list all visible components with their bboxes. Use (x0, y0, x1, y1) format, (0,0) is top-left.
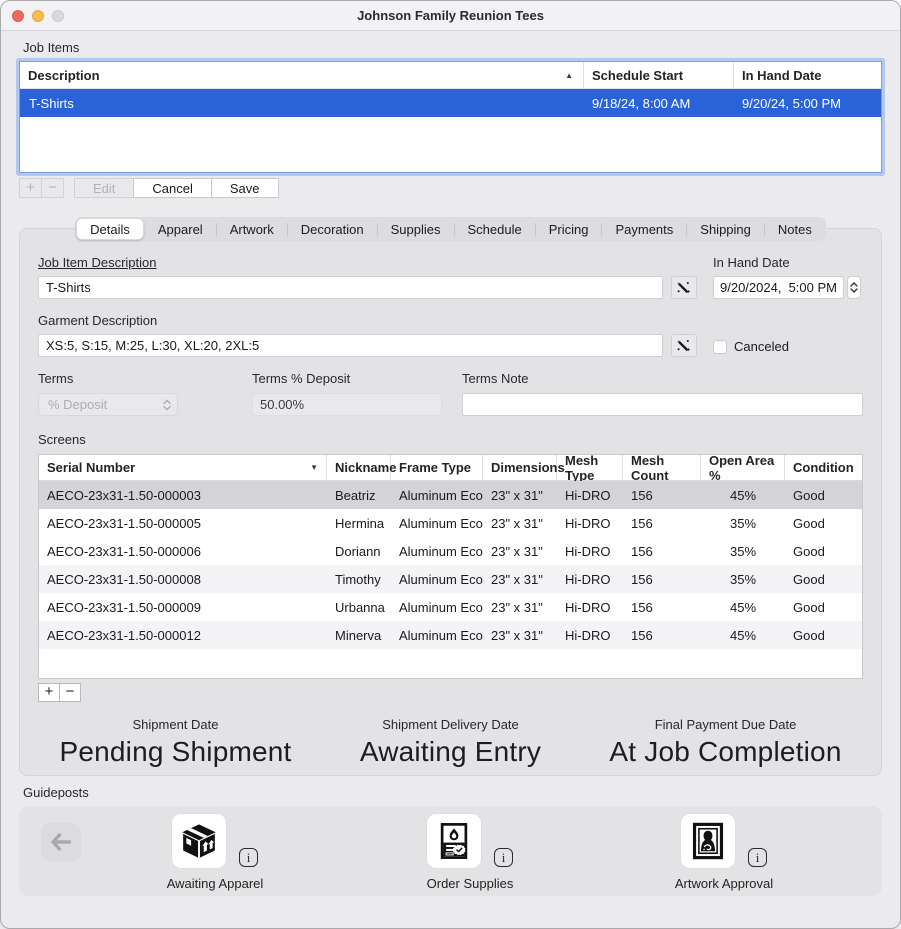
job-item-description-label[interactable]: Job Item Description (38, 255, 697, 270)
guideposts-label: Guideposts (23, 785, 882, 800)
autofill-wand-button[interactable] (671, 276, 697, 299)
shipment-date-value: Pending Shipment (38, 736, 313, 768)
autofill-wand-button-2[interactable] (671, 334, 697, 357)
screen-row[interactable]: AECO-23x31-1.50-000006Doriann Aluminum E… (39, 537, 862, 565)
screen-row[interactable]: AECO-23x31-1.50-000005Hermina Aluminum E… (39, 509, 862, 537)
column-header-mesh-count[interactable]: Mesh Count (623, 455, 701, 480)
supplies-label-icon (436, 822, 472, 860)
guideposts-panel: i Awaiting Apparel (19, 806, 882, 896)
stepper-down-icon (850, 288, 858, 293)
job-items-header: Description ▲ Schedule Start In Hand Dat… (20, 62, 881, 89)
terms-note-label: Terms Note (462, 371, 863, 386)
dropdown-chevrons-icon (163, 399, 171, 411)
garment-description-label: Garment Description (38, 313, 697, 328)
tab-pricing[interactable]: Pricing (536, 218, 602, 240)
info-icon[interactable]: i (748, 848, 767, 867)
cancel-button[interactable]: Cancel (133, 178, 211, 198)
tab-notes[interactable]: Notes (765, 218, 825, 240)
title-bar: Johnson Family Reunion Tees (1, 1, 900, 31)
details-tab-bar: Details Apparel Artwork Decoration Suppl… (75, 217, 826, 241)
tab-payments[interactable]: Payments (602, 218, 686, 240)
guidepost-awaiting-apparel: i Awaiting Apparel (130, 814, 300, 891)
garment-description-input[interactable]: XS:5, S:15, M:25, L:30, XL:20, 2XL:5 (38, 334, 663, 357)
tab-decoration[interactable]: Decoration (288, 218, 377, 240)
screen-row[interactable]: AECO-23x31-1.50-000008Timothy Aluminum E… (39, 565, 862, 593)
add-job-item-button[interactable]: + (19, 178, 42, 198)
job-items-label: Job Items (23, 40, 882, 55)
sort-ascending-icon: ▲ (565, 71, 573, 80)
terms-label: Terms (38, 371, 178, 386)
app-window: Johnson Family Reunion Tees Job Items De… (0, 0, 901, 929)
awaiting-apparel-button[interactable] (172, 814, 226, 868)
guidepost-label: Order Supplies (427, 876, 514, 891)
details-panel: Job Item Description T-Shirts (19, 228, 882, 776)
screens-label: Screens (38, 432, 863, 447)
tab-shipping[interactable]: Shipping (687, 218, 764, 240)
back-button[interactable] (41, 823, 81, 861)
guidepost-order-supplies: i Order Supplies (385, 814, 555, 891)
column-header-in-hand-date[interactable]: In Hand Date (733, 62, 881, 88)
magic-wand-icon (676, 280, 692, 296)
sort-descending-icon: ▼ (310, 463, 318, 472)
column-header-nickname[interactable]: Nickname (327, 455, 391, 480)
tab-schedule[interactable]: Schedule (455, 218, 535, 240)
artwork-approval-button[interactable] (681, 814, 735, 868)
column-header-frame-type[interactable]: Frame Type (391, 455, 483, 480)
in-hand-date-label: In Hand Date (713, 255, 863, 270)
job-items-table[interactable]: Description ▲ Schedule Start In Hand Dat… (19, 61, 882, 173)
column-header-open-area[interactable]: Open Area % (701, 455, 785, 480)
shipment-delivery-date-label: Shipment Delivery Date (313, 717, 588, 732)
window-title: Johnson Family Reunion Tees (1, 8, 900, 23)
tab-apparel[interactable]: Apparel (145, 218, 216, 240)
save-button[interactable]: Save (211, 178, 279, 198)
screen-row[interactable]: AECO-23x31-1.50-000009Urbanna Aluminum E… (39, 593, 862, 621)
info-icon[interactable]: i (239, 848, 258, 867)
guidepost-artwork-approval: i Artwork Approval (639, 814, 809, 891)
tab-artwork[interactable]: Artwork (217, 218, 287, 240)
final-payment-due-date-value: At Job Completion (588, 736, 863, 768)
in-hand-date-input[interactable]: 9/20/2024, 5:00 PM (713, 276, 844, 299)
magic-wand-icon (676, 338, 692, 354)
column-header-schedule-start[interactable]: Schedule Start (583, 62, 733, 88)
column-header-mesh-type[interactable]: Mesh Type (557, 455, 623, 480)
canceled-label: Canceled (734, 339, 789, 354)
order-supplies-button[interactable] (427, 814, 481, 868)
guidepost-label: Artwork Approval (675, 876, 773, 891)
remove-job-item-button[interactable]: − (41, 178, 64, 198)
edit-button: Edit (74, 178, 134, 198)
column-header-serial-number[interactable]: Serial Number ▼ (39, 455, 327, 480)
framed-artwork-icon (690, 822, 726, 860)
tab-supplies[interactable]: Supplies (378, 218, 454, 240)
column-header-dimensions[interactable]: Dimensions (483, 455, 557, 480)
screen-row[interactable]: AECO-23x31-1.50-000003Beatriz Aluminum E… (39, 481, 862, 509)
final-payment-due-date-label: Final Payment Due Date (588, 717, 863, 732)
terms-note-input[interactable] (462, 393, 863, 416)
job-item-row-selected[interactable]: T-Shirts 9/18/24, 8:00 AM 9/20/24, 5:00 … (20, 89, 881, 117)
screens-header: Serial Number ▼ Nickname Frame Type Dime… (39, 455, 862, 481)
column-header-description[interactable]: Description ▲ (20, 62, 583, 88)
in-hand-date-stepper[interactable] (847, 276, 861, 299)
tab-details[interactable]: Details (76, 218, 144, 240)
remove-screen-button[interactable]: − (59, 683, 81, 702)
shipment-delivery-date-value: Awaiting Entry (313, 736, 588, 768)
back-arrow-icon (50, 833, 72, 851)
job-item-description-input[interactable]: T-Shirts (38, 276, 663, 299)
guidepost-label: Awaiting Apparel (167, 876, 264, 891)
terms-deposit-label: Terms % Deposit (252, 371, 442, 386)
terms-deposit-field: 50.00% (252, 393, 442, 416)
canceled-checkbox[interactable] (713, 340, 727, 354)
add-screen-button[interactable]: + (38, 683, 60, 702)
column-header-condition[interactable]: Condition (785, 455, 862, 480)
info-icon[interactable]: i (494, 848, 513, 867)
package-icon (180, 822, 218, 860)
terms-dropdown: % Deposit (38, 393, 178, 416)
stepper-up-icon (850, 282, 858, 287)
screen-row[interactable]: AECO-23x31-1.50-000012Minerva Aluminum E… (39, 621, 862, 649)
shipment-date-label: Shipment Date (38, 717, 313, 732)
screens-table[interactable]: Serial Number ▼ Nickname Frame Type Dime… (38, 454, 863, 679)
